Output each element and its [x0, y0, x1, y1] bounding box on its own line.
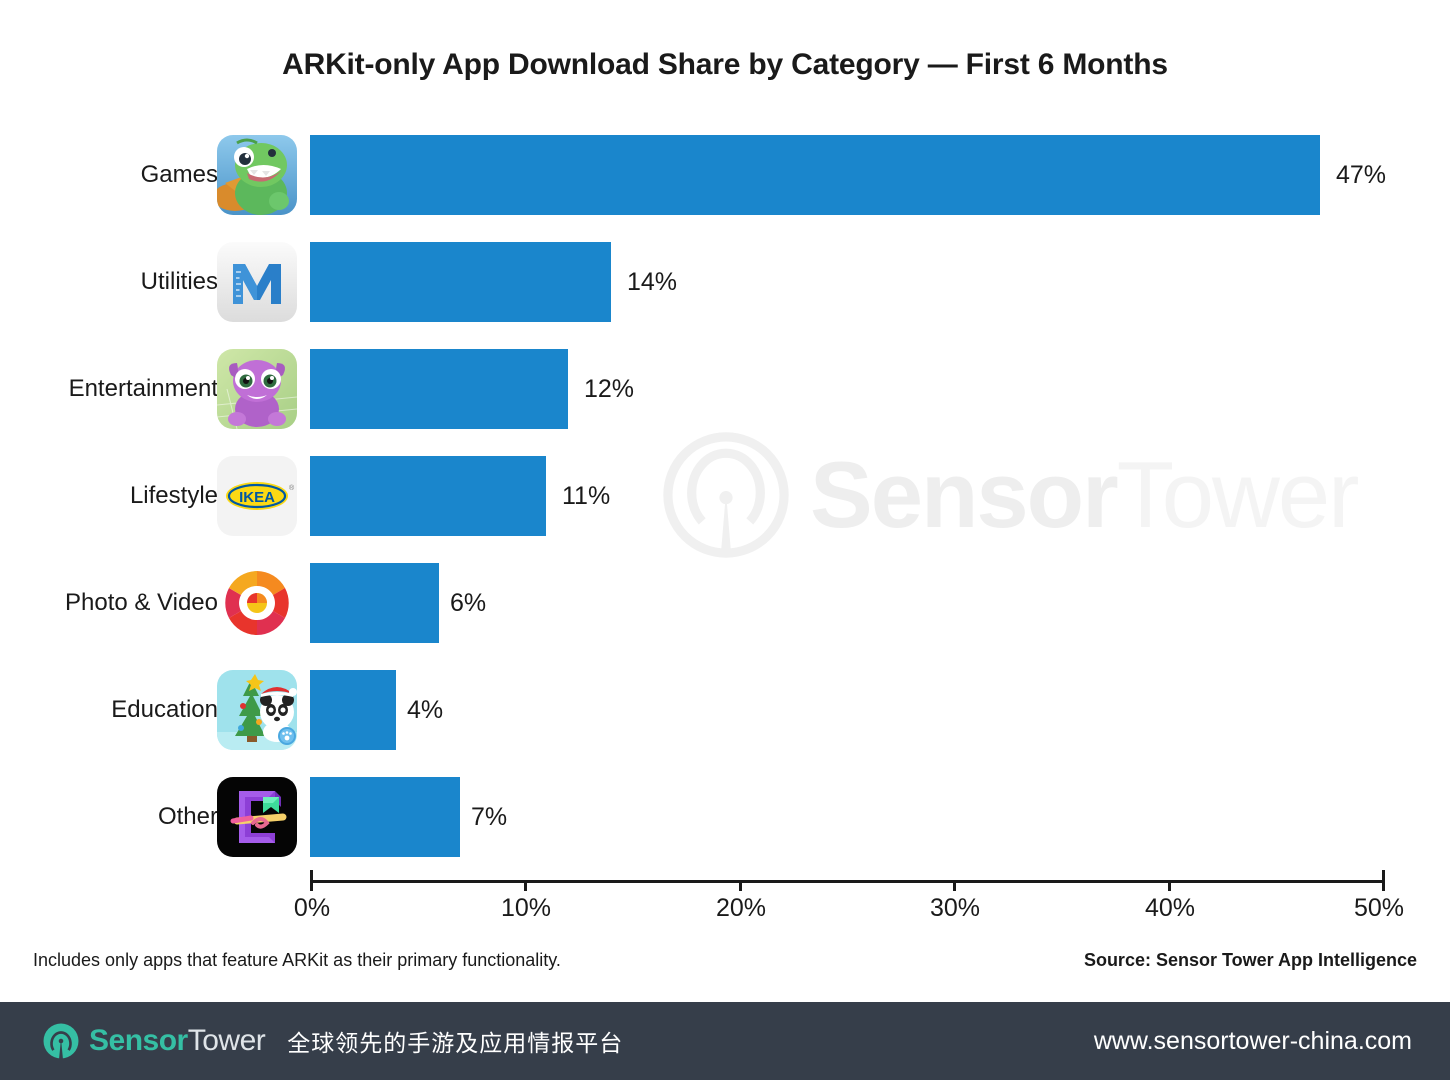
footer-url[interactable]: www.sensortower-china.com [1094, 1027, 1412, 1056]
x-axis-tick-label: 10% [500, 894, 552, 922]
bar-value-label: 12% [584, 375, 635, 403]
bar-games [310, 135, 1320, 215]
x-axis-tick [1382, 880, 1385, 891]
chart-plot-area: SensorTower Games 47% Utilities 14% Ente… [0, 0, 1450, 1000]
chart-row: Games 47% [0, 135, 1450, 215]
utilities-measure-app-icon [217, 242, 297, 322]
x-axis-tick [1168, 880, 1171, 891]
lifestyle-ikea-app-icon: IKEA ® [217, 456, 297, 536]
x-axis-tick-label: 0% [293, 894, 331, 922]
chart-row: Utilities 14% [0, 242, 1450, 322]
source-credit: Source: Sensor Tower App Intelligence [1083, 950, 1417, 970]
education-panda-app-icon [217, 670, 297, 750]
chart-row: Education 4% [0, 670, 1450, 750]
bar-entertainment [310, 349, 568, 429]
footer-tagline: 全球领先的手游及应用情报平台 [287, 1030, 624, 1056]
chart-row: Entertainment 12% [0, 349, 1450, 429]
entertainment-creature-app-icon [217, 349, 297, 429]
footer-brand: SensorTower [89, 1024, 266, 1057]
category-label: Photo & Video [64, 589, 218, 616]
x-axis-tick [310, 880, 313, 891]
other-black-app-icon [217, 777, 297, 857]
bar-value-label: 11% [562, 482, 611, 510]
x-axis-tick [524, 880, 527, 891]
category-label: Education [111, 696, 218, 723]
bar-value-label: 7% [471, 803, 508, 831]
bar-other [310, 777, 460, 857]
category-label: Other [157, 803, 218, 830]
chart-row: Lifestyle IKEA ® 11% [0, 456, 1450, 536]
footer-bar: SensorTower 全球领先的手游及应用情报平台 www.sensortow… [0, 1002, 1450, 1080]
bar-value-label: 14% [627, 268, 678, 296]
x-axis-line [310, 880, 1385, 883]
footer-logo: SensorTower [42, 1022, 266, 1060]
category-label: Entertainment [68, 375, 218, 402]
bar-value-label: 4% [407, 696, 444, 724]
chart-row: Other 7% [0, 777, 1450, 857]
x-axis-tick-label: 30% [929, 894, 981, 922]
footer-brand-second: Tower [187, 1024, 266, 1057]
footnote: Includes only apps that feature ARKit as… [33, 950, 561, 970]
bar-lifestyle [310, 456, 546, 536]
category-label: Lifestyle [129, 482, 218, 509]
bar-photo-video [310, 563, 439, 643]
svg-text:®: ® [289, 484, 295, 492]
x-axis-tick [739, 880, 742, 891]
games-dragon-app-icon [217, 135, 297, 215]
footer-brand-first: Sensor [89, 1024, 188, 1057]
bar-utilities [310, 242, 611, 322]
x-axis-tick-label: 50% [1353, 894, 1405, 922]
chart-row: Photo & Video 6% [0, 563, 1450, 643]
x-axis-tick [953, 880, 956, 891]
svg-text:IKEA: IKEA [239, 489, 275, 506]
x-axis-tick-label: 20% [715, 894, 767, 922]
sensortower-logo-icon [43, 1023, 79, 1059]
bar-value-label: 47% [1336, 161, 1387, 189]
bar-education [310, 670, 396, 750]
x-axis-tick-label: 40% [1144, 894, 1196, 922]
category-label: Games [140, 161, 218, 188]
bar-value-label: 6% [450, 589, 487, 617]
photo-video-ring-app-icon [217, 563, 297, 643]
category-label: Utilities [140, 268, 218, 295]
